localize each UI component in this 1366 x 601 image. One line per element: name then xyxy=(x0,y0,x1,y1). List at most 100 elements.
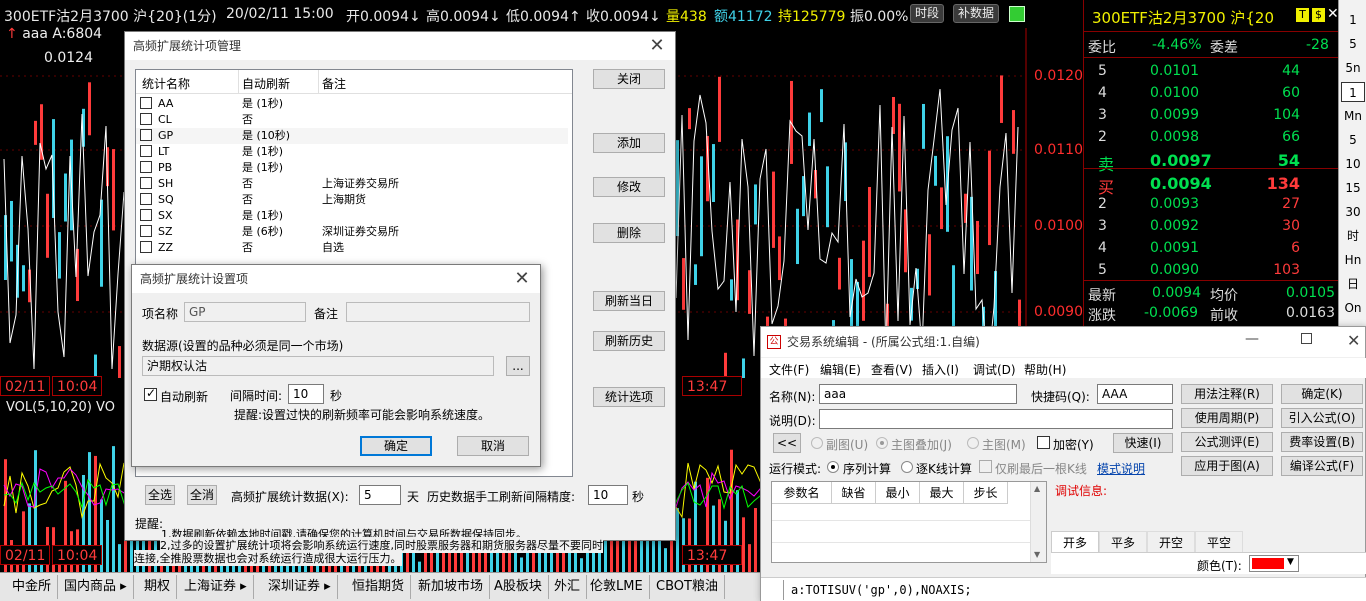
market-tab[interactable]: 外汇 xyxy=(548,575,588,599)
params-column-header[interactable]: 参数名 xyxy=(772,482,832,504)
precision-input[interactable]: 10 xyxy=(588,485,628,505)
browse-button[interactable]: ... xyxy=(506,356,530,376)
description-input[interactable] xyxy=(819,409,1173,429)
fill-data-button[interactable]: 补数据 xyxy=(953,4,1000,23)
cancel-button[interactable]: 取消 xyxy=(457,436,529,456)
menu-item[interactable]: 插入(I) xyxy=(922,361,959,378)
shortcut-input[interactable]: AAA xyxy=(1097,384,1173,404)
main-chart-radio[interactable] xyxy=(967,437,979,449)
kline-mode-radio[interactable] xyxy=(901,461,913,473)
scroll-down-icon[interactable]: ▼ xyxy=(1034,550,1040,559)
color-select[interactable]: ▼ xyxy=(1249,555,1299,572)
params-column-header[interactable]: 最小 xyxy=(876,482,920,504)
ok-button[interactable]: 确定(K) xyxy=(1281,384,1363,404)
stats-list-row[interactable]: PB 是 (1秒) xyxy=(136,160,568,176)
encrypt-checkbox[interactable] xyxy=(1037,436,1050,449)
compile-formula-button[interactable]: 编译公式(F) xyxy=(1281,456,1363,476)
period-button[interactable]: 5 xyxy=(1341,130,1365,150)
close-icon[interactable]: ✕ xyxy=(512,265,532,293)
add-button[interactable]: 添加 xyxy=(593,133,665,153)
signal-tab[interactable]: 开多 xyxy=(1051,531,1099,553)
stat-days-input[interactable]: 5 xyxy=(359,485,401,505)
row-checkbox[interactable] xyxy=(140,241,152,253)
period-button[interactable]: 1 xyxy=(1341,10,1365,30)
maximize-icon[interactable] xyxy=(1301,333,1312,344)
stats-list-row[interactable]: ZZ 否 自选 xyxy=(136,240,568,256)
stats-list-row[interactable]: SQ 否 上海期货 xyxy=(136,192,568,208)
market-tab[interactable]: 伦敦LME xyxy=(584,575,650,599)
market-tab[interactable]: 上海证券 ▸ xyxy=(178,575,254,599)
menu-item[interactable]: 帮助(H) xyxy=(1024,361,1066,378)
market-tab[interactable]: CBOT粮油 xyxy=(650,575,725,599)
only-last-bar-checkbox[interactable] xyxy=(979,460,992,473)
period-button[interactable]: 时 xyxy=(1341,226,1365,246)
period-button[interactable]: 30 xyxy=(1341,202,1365,222)
row-checkbox[interactable] xyxy=(140,177,152,189)
row-checkbox[interactable] xyxy=(140,129,152,141)
refresh-today-button[interactable]: 刷新当日 xyxy=(593,291,665,311)
formula-test-button[interactable]: 公式测评(E) xyxy=(1181,432,1273,452)
stats-list-row[interactable]: SX 是 (1秒) xyxy=(136,208,568,224)
stats-list-row[interactable]: GP 是 (10秒) xyxy=(136,128,568,144)
t-badge[interactable]: T xyxy=(1296,8,1309,22)
auto-refresh-checkbox[interactable] xyxy=(144,386,157,401)
code-line[interactable]: a:TOTISUV('gp',0),NOAXIS; xyxy=(791,583,972,597)
fee-settings-button[interactable]: 费率设置(B) xyxy=(1281,432,1363,452)
minimize-icon[interactable]: — xyxy=(1245,331,1259,347)
fast-button[interactable]: 快速(I) xyxy=(1113,433,1173,453)
modify-button[interactable]: 修改 xyxy=(593,177,665,197)
close-button[interactable]: 关闭 xyxy=(593,69,665,89)
item-name-input[interactable]: GP xyxy=(184,302,306,322)
market-tab[interactable]: 期权 xyxy=(138,575,178,599)
collapse-button[interactable]: << xyxy=(773,433,801,453)
col-note-header[interactable]: 备注 xyxy=(322,75,346,92)
stats-list-row[interactable]: SZ 是 (6秒) 深圳证券交易所 xyxy=(136,224,568,240)
period-button[interactable]: 10 xyxy=(1341,154,1365,174)
menu-item[interactable]: 编辑(E) xyxy=(820,361,861,378)
row-checkbox[interactable] xyxy=(140,97,152,109)
row-checkbox[interactable] xyxy=(140,113,152,125)
scroll-up-icon[interactable]: ▲ xyxy=(1034,484,1040,493)
period-button[interactable]: 15 xyxy=(1341,178,1365,198)
menu-item[interactable]: 文件(F) xyxy=(769,361,809,378)
ok-button[interactable]: 确定 xyxy=(360,436,432,456)
sub-chart-radio[interactable] xyxy=(811,437,823,449)
menu-item[interactable]: 调试(D) xyxy=(973,361,1016,378)
signal-tab[interactable]: 平多 xyxy=(1099,531,1147,553)
row-checkbox[interactable] xyxy=(140,193,152,205)
select-all-button[interactable]: 全选 xyxy=(145,485,175,505)
mode-help-link[interactable]: 模式说明 xyxy=(1097,460,1145,477)
data-source-input[interactable]: 沪期权认沽 xyxy=(142,356,494,376)
params-column-header[interactable]: 步长 xyxy=(964,482,1008,504)
import-formula-button[interactable]: 引入公式(O) xyxy=(1281,408,1363,428)
row-checkbox[interactable] xyxy=(140,225,152,237)
usage-period-button[interactable]: 使用周期(P) xyxy=(1181,408,1273,428)
signal-tab[interactable]: 平空 xyxy=(1195,531,1243,553)
params-column-header[interactable]: 最大 xyxy=(920,482,964,504)
code-editor[interactable]: a:TOTISUV('gp',0),NOAXIS; xyxy=(761,577,1366,601)
market-tab[interactable]: 中金所 xyxy=(6,575,59,599)
main-overlay-radio[interactable] xyxy=(876,437,888,449)
period-button[interactable]: Mn xyxy=(1341,106,1365,126)
row-checkbox[interactable] xyxy=(140,161,152,173)
s-badge[interactable]: $ xyxy=(1312,8,1325,22)
stat-options-button[interactable]: 统计选项 xyxy=(593,387,665,407)
params-column-header[interactable]: 缺省 xyxy=(832,482,876,504)
params-table[interactable]: 参数名 缺省 最小 最大 步长 ▲ ▼ xyxy=(771,481,1047,563)
deselect-all-button[interactable]: 全消 xyxy=(187,485,217,505)
col-auto-header[interactable]: 自动刷新 xyxy=(242,75,290,92)
stats-list-row[interactable]: CL 否 xyxy=(136,112,568,128)
row-checkbox[interactable] xyxy=(140,145,152,157)
stats-list-row[interactable]: LT 是 (1秒) xyxy=(136,144,568,160)
close-icon[interactable]: ✕ xyxy=(1347,331,1360,350)
stats-list-row[interactable]: SH 否 上海证券交易所 xyxy=(136,176,568,192)
col-name-header[interactable]: 统计名称 xyxy=(142,75,190,92)
market-tab[interactable]: 国内商品 ▸ xyxy=(58,575,134,599)
status-diamond-icon[interactable] xyxy=(1009,6,1025,22)
stats-list-row[interactable]: AA 是 (1秒) xyxy=(136,96,568,112)
time-segment-button[interactable]: 时段 xyxy=(910,4,945,23)
period-button[interactable]: 5n xyxy=(1341,58,1365,78)
delete-button[interactable]: 删除 xyxy=(593,223,665,243)
formula-name-input[interactable]: aaa xyxy=(819,384,1017,404)
row-checkbox[interactable] xyxy=(140,209,152,221)
